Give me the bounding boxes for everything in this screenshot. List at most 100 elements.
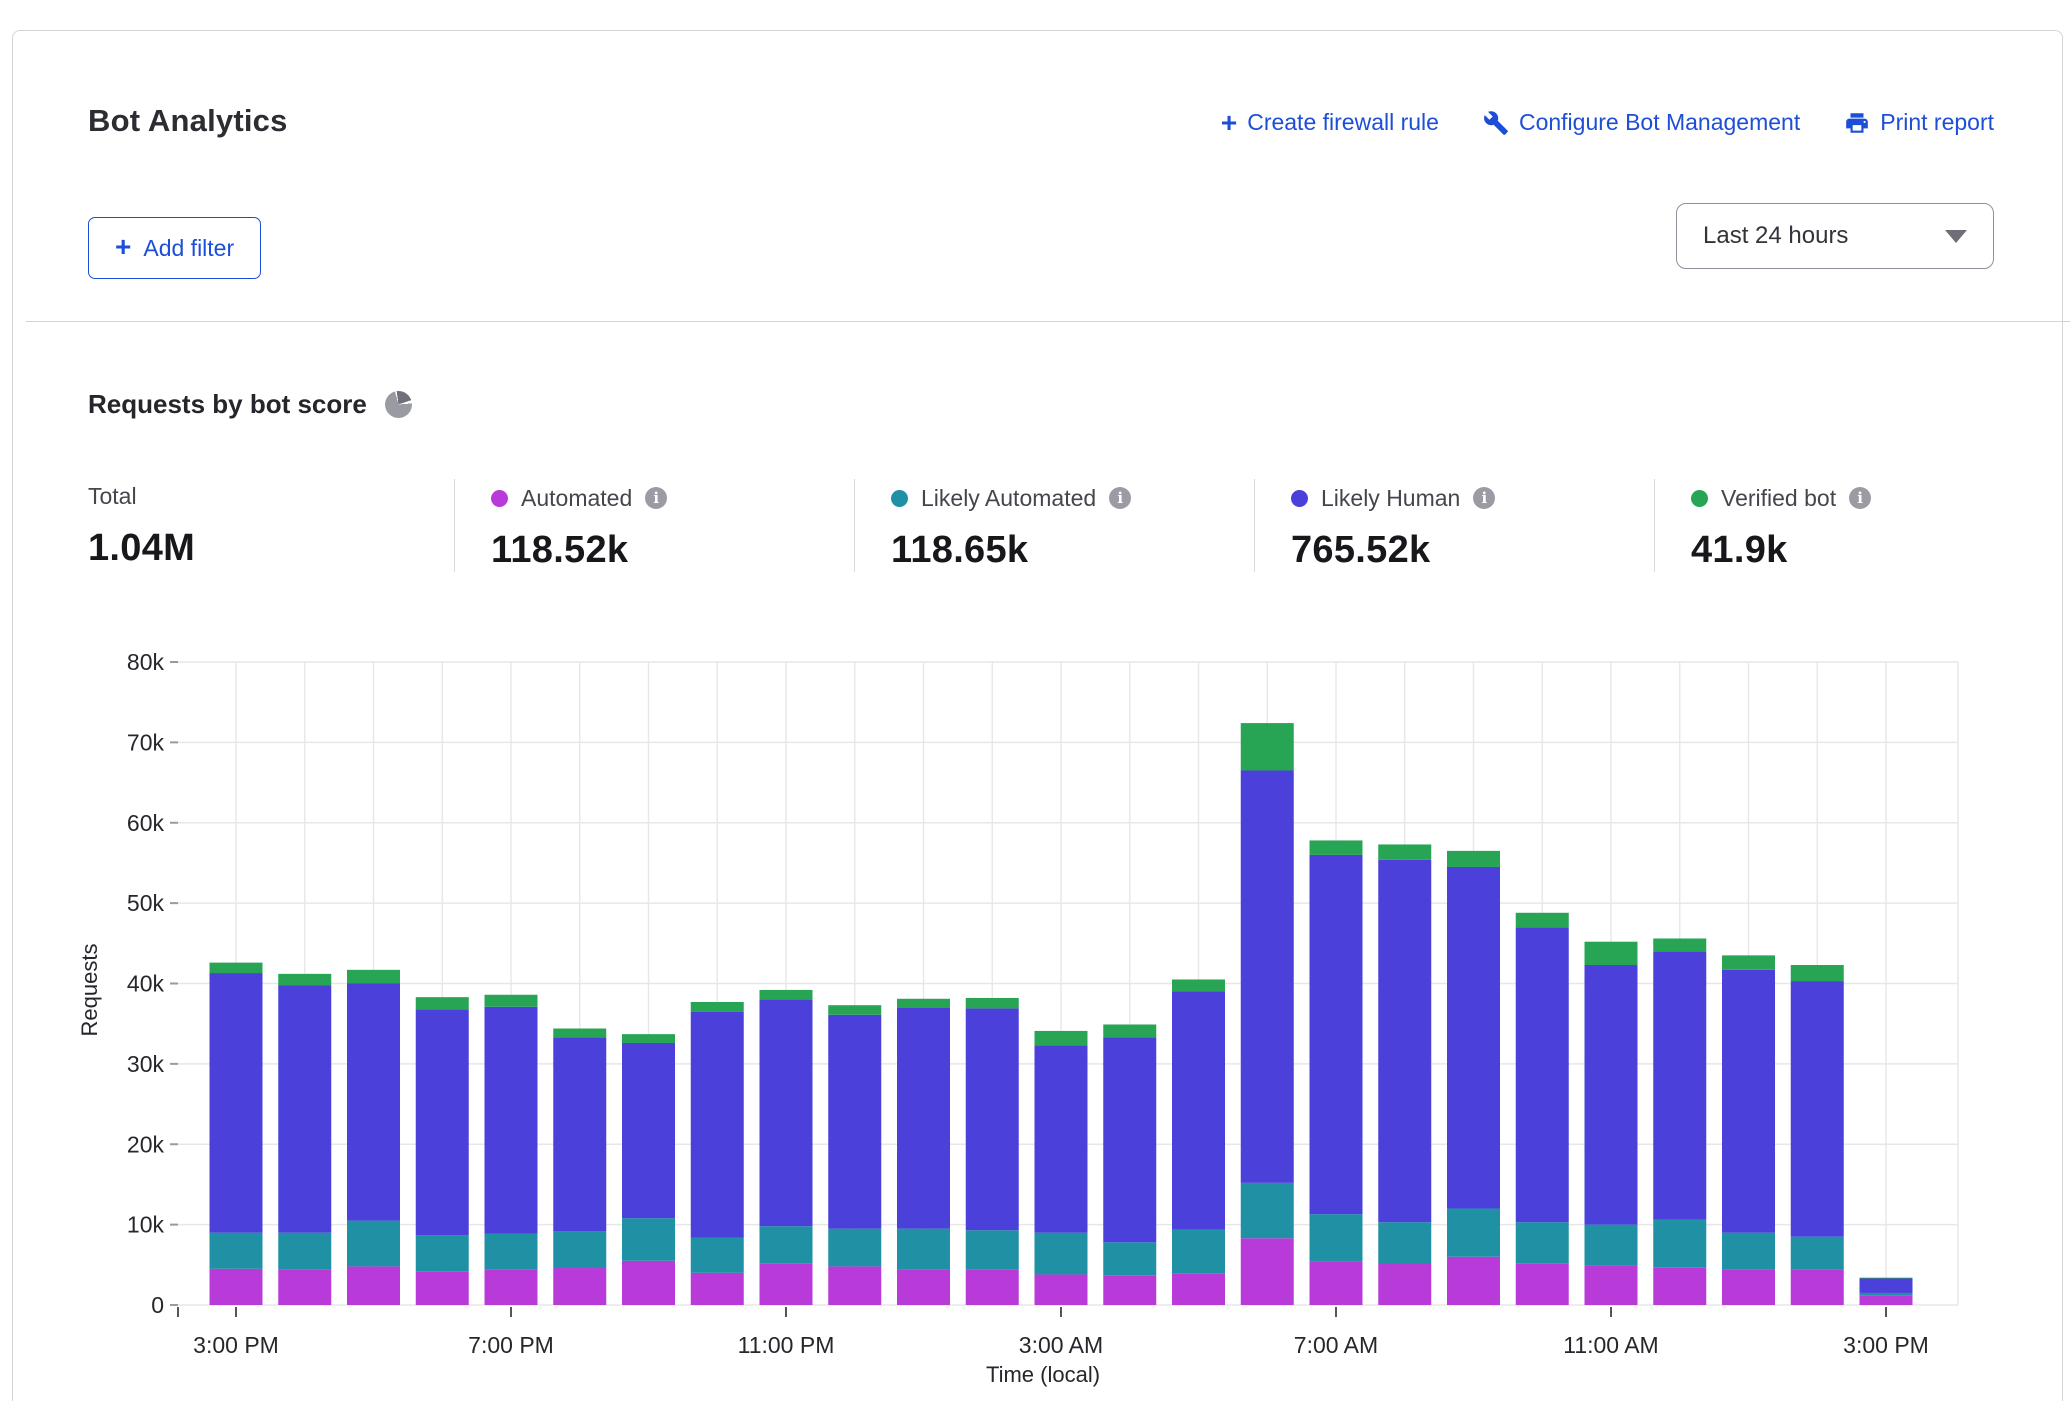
bar-segment-verified-bot <box>760 990 813 1000</box>
bar-segment-automated <box>966 1270 1019 1305</box>
bar-segment-automated <box>1241 1238 1294 1305</box>
bar-segment-verified-bot <box>1722 955 1775 969</box>
bar-segment-likely-human <box>1447 867 1500 1209</box>
bar-segment-likely-human <box>416 1009 469 1235</box>
bar-segment-likely-human <box>760 1000 813 1227</box>
bar-segment-verified-bot <box>1585 942 1638 965</box>
bar-segment-verified-bot <box>1447 851 1500 867</box>
bar-segment-likely-human <box>1241 771 1294 1183</box>
bar-segment-likely-human <box>210 973 263 1233</box>
bar-segment-likely-human <box>1310 855 1363 1214</box>
bar-segment-likely-human <box>485 1007 538 1234</box>
bar-segment-automated <box>1447 1257 1500 1305</box>
bar-segment-likely-automated <box>485 1233 538 1269</box>
bar-segment-automated <box>1172 1274 1225 1305</box>
y-tick-label: 10k <box>127 1212 165 1238</box>
bar-segment-likely-human <box>347 984 400 1221</box>
bar-segment-automated <box>1035 1274 1088 1305</box>
bar-segment-likely-automated <box>1378 1222 1431 1264</box>
bar-segment-automated <box>278 1270 331 1305</box>
x-axis-title: Time (local) <box>986 1362 1100 1387</box>
bar-segment-verified-bot <box>1310 840 1363 854</box>
bar-segment-likely-automated <box>691 1237 744 1272</box>
bar-segment-likely-automated <box>553 1231 606 1268</box>
bar-segment-likely-automated <box>966 1230 1019 1269</box>
bar-segment-likely-human <box>553 1037 606 1231</box>
bar-segment-likely-automated <box>1035 1233 1088 1275</box>
bar-segment-likely-human <box>1516 927 1569 1222</box>
x-tick-label: 11:00 AM <box>1563 1332 1658 1358</box>
bar-segment-automated <box>1103 1275 1156 1305</box>
bar-segment-likely-automated <box>416 1235 469 1271</box>
bar-segment-likely-automated <box>1310 1214 1363 1261</box>
bar-segment-verified-bot <box>1791 965 1844 981</box>
bar-segment-verified-bot <box>622 1034 675 1043</box>
bar-segment-likely-automated <box>760 1226 813 1263</box>
x-tick-label: 3:00 PM <box>193 1332 279 1358</box>
bar-segment-automated <box>1516 1263 1569 1305</box>
y-tick-label: 70k <box>127 729 165 755</box>
bar-segment-verified-bot <box>347 970 400 984</box>
bar-segment-likely-automated <box>828 1229 881 1267</box>
bar-segment-likely-automated <box>1653 1220 1706 1267</box>
bar-segment-verified-bot <box>1378 844 1431 859</box>
bar-segment-likely-automated <box>278 1233 331 1270</box>
bar-segment-verified-bot <box>210 963 263 973</box>
bar-segment-likely-human <box>1722 970 1775 1233</box>
bar-segment-likely-human <box>1791 981 1844 1237</box>
bar-segment-verified-bot <box>828 1005 881 1015</box>
bar-segment-likely-human <box>1860 1278 1913 1292</box>
bar-segment-likely-automated <box>1103 1242 1156 1275</box>
bar-segment-verified-bot <box>966 998 1019 1008</box>
bar-segment-automated <box>347 1266 400 1305</box>
x-tick-label: 7:00 PM <box>468 1332 554 1358</box>
bar-segment-likely-automated <box>1860 1293 1913 1295</box>
bar-segment-automated <box>1722 1270 1775 1305</box>
bar-segment-automated <box>828 1266 881 1305</box>
bar-segment-verified-bot <box>485 995 538 1007</box>
bar-segment-automated <box>1653 1267 1706 1305</box>
y-tick-label: 80k <box>127 649 165 675</box>
bar-segment-likely-automated <box>1585 1225 1638 1266</box>
bar-segment-likely-automated <box>897 1229 950 1270</box>
x-tick-label: 11:00 PM <box>738 1332 835 1358</box>
bar-segment-verified-bot <box>553 1029 606 1038</box>
bar-segment-automated <box>691 1273 744 1305</box>
bar-segment-likely-human <box>897 1008 950 1229</box>
y-tick-label: 50k <box>127 890 165 916</box>
bar-segment-automated <box>897 1270 950 1305</box>
y-tick-label: 40k <box>127 971 165 997</box>
bar-segment-automated <box>1791 1270 1844 1305</box>
y-axis-title: Requests <box>77 944 102 1037</box>
bar-segment-automated <box>553 1268 606 1305</box>
bar-segment-likely-human <box>278 985 331 1233</box>
bar-segment-automated <box>485 1270 538 1305</box>
bar-segment-likely-automated <box>347 1221 400 1267</box>
y-tick-label: 0 <box>151 1292 164 1318</box>
y-tick-label: 30k <box>127 1051 165 1077</box>
bar-segment-verified-bot <box>1516 913 1569 927</box>
bar-segment-verified-bot <box>278 974 331 985</box>
bar-segment-likely-automated <box>1722 1233 1775 1270</box>
x-tick-label: 7:00 AM <box>1294 1332 1378 1358</box>
bar-segment-automated <box>1310 1262 1363 1305</box>
bar-segment-automated <box>1585 1266 1638 1305</box>
bar-segment-likely-human <box>1103 1037 1156 1242</box>
bar-segment-likely-human <box>1378 860 1431 1222</box>
bar-segment-verified-bot <box>1241 723 1294 770</box>
x-tick-label: 3:00 PM <box>1843 1332 1929 1358</box>
bar-segment-likely-human <box>1585 965 1638 1225</box>
bar-segment-verified-bot <box>1172 979 1225 991</box>
bar-segment-likely-automated <box>622 1218 675 1261</box>
bar-segment-likely-automated <box>210 1233 263 1269</box>
bar-segment-likely-human <box>966 1008 1019 1230</box>
y-tick-label: 20k <box>127 1131 165 1157</box>
bar-segment-automated <box>416 1271 469 1305</box>
bar-segment-verified-bot <box>416 997 469 1009</box>
bar-segment-verified-bot <box>1035 1031 1088 1045</box>
y-tick-label: 60k <box>127 810 165 836</box>
bar-segment-verified-bot <box>1860 1278 1913 1279</box>
bar-segment-automated <box>210 1269 263 1305</box>
x-tick-label: 3:00 AM <box>1019 1332 1103 1358</box>
bar-segment-automated <box>1860 1295 1913 1305</box>
